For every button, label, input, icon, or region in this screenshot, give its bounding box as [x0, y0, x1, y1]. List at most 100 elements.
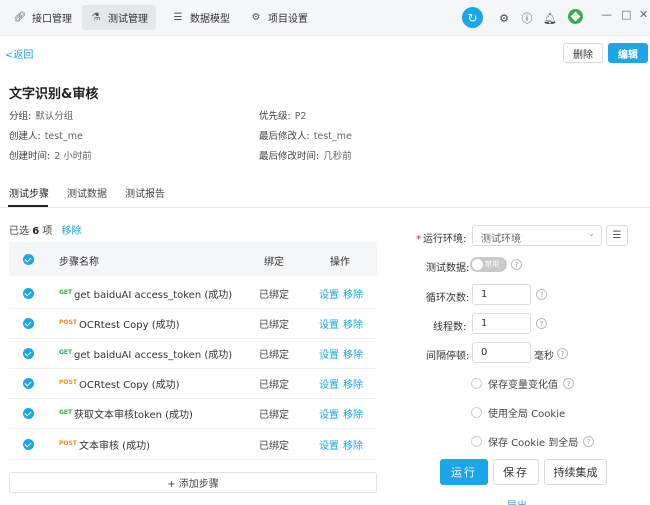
remove-link[interactable]: 移除 [343, 441, 363, 452]
settings-link[interactable]: 设置 [319, 410, 339, 421]
option-checkbox[interactable] [471, 407, 482, 418]
settings-link[interactable]: 设置 [319, 290, 339, 301]
meta-value: test_me [313, 131, 352, 142]
list-icon: ☰ [612, 230, 622, 241]
nav-tab-test-management[interactable]: ⚗︎ 测试管理 [82, 5, 156, 30]
test-data-label: 测试数据: [426, 263, 470, 274]
maximize-icon[interactable]: □ [621, 8, 631, 21]
help-icon[interactable]: ? [536, 318, 547, 329]
bind-status: 已绑定 [259, 290, 289, 301]
tab-test-steps[interactable]: 测试步骤 [9, 185, 49, 200]
method-badge: POST [59, 440, 77, 447]
remove-selected-link[interactable]: 移除 [62, 226, 82, 237]
remove-link[interactable]: 移除 [343, 290, 363, 301]
bind-status: 已绑定 [259, 441, 289, 452]
table-row[interactable]: GET 获取文本审核token (成功) 已绑定 设置 移除 [9, 399, 377, 429]
help-icon[interactable]: ? [583, 436, 595, 447]
remove-link[interactable]: 移除 [343, 350, 363, 361]
back-link[interactable]: <返回 [5, 46, 33, 61]
tab-test-report[interactable]: 测试报告 [125, 185, 165, 200]
help-icon[interactable]: ? [511, 259, 522, 270]
nav-tab-project-settings[interactable]: ⚙︎ 项目设置 [242, 5, 316, 30]
method-badge: GET [59, 289, 73, 296]
flask-icon: ⚗︎ [91, 12, 101, 23]
option-checkbox[interactable] [471, 378, 482, 389]
settings-link[interactable]: 设置 [319, 350, 339, 361]
ci-button[interactable]: 持续集成 [544, 459, 607, 485]
nav-tab-data-model[interactable]: ☰ 数据模型 [164, 5, 238, 30]
meta-label: 创建人: [9, 131, 41, 142]
sub-tabs: 测试步骤 测试数据 测试报告 [0, 177, 650, 208]
meta-value: 默认分组 [35, 111, 74, 122]
selection-info: 已选 6 项 移除 [9, 222, 82, 237]
row-checkbox[interactable] [23, 378, 34, 389]
export-link[interactable]: 导出 ⌄ [507, 497, 539, 505]
step-name: OCRtest Copy (成功) [79, 380, 180, 391]
minimize-icon[interactable]: — [601, 8, 612, 21]
row-actions: 设置 移除 [319, 406, 363, 421]
meta-label: 最后修改时间: [259, 151, 320, 162]
remove-link[interactable]: 移除 [343, 380, 363, 391]
table-row[interactable]: GET get baiduAI access_token (成功) 已绑定 设置… [9, 279, 377, 309]
row-checkbox[interactable] [23, 439, 34, 450]
save-button[interactable]: 保存 [493, 459, 539, 485]
tab-test-data[interactable]: 测试数据 [67, 185, 107, 200]
close-icon[interactable]: ✕ [639, 8, 648, 21]
table-row[interactable]: POST 文本审核 (成功) 已绑定 设置 移除 [9, 430, 377, 460]
help-icon[interactable]: ? [557, 348, 568, 359]
meta-value: test_me [44, 131, 83, 142]
settings-icon[interactable]: ⚙︎ [495, 9, 513, 27]
row-checkbox[interactable] [23, 408, 34, 419]
meta-modifier: 最后修改人: test_me [259, 128, 352, 142]
interval-unit: 毫秒 [534, 351, 554, 362]
settings-link[interactable]: 设置 [319, 320, 339, 331]
bind-status: 已绑定 [259, 380, 289, 391]
add-step-button[interactable]: + 添加步骤 [9, 472, 377, 493]
gear-icon: ⚙︎ [251, 12, 261, 23]
table-row[interactable]: GET get baiduAI access_token (成功) 已绑定 设置… [9, 339, 377, 369]
model-icon: ☰ [173, 12, 183, 23]
nav-tab-api-management[interactable]: 🔗︎ 接口管理 [6, 5, 80, 30]
select-all-checkbox[interactable] [23, 254, 34, 265]
delete-button[interactable]: 删除 [563, 43, 603, 63]
env-select[interactable]: 测试环境 ⌄ [472, 225, 602, 246]
settings-link[interactable]: 设置 [319, 380, 339, 391]
threads-input[interactable]: 1 [472, 313, 531, 334]
active-tab-indicator [8, 205, 48, 207]
bind-status: 已绑定 [259, 350, 289, 361]
loop-count-input[interactable]: 1 [472, 284, 531, 305]
remove-link[interactable]: 移除 [343, 320, 363, 331]
help-icon[interactable]: ⓘ [518, 9, 536, 27]
row-checkbox[interactable] [23, 348, 34, 359]
remove-link[interactable]: 移除 [343, 410, 363, 421]
table-row[interactable]: POST OCRtest Copy (成功) 已绑定 设置 移除 [9, 309, 377, 339]
help-icon[interactable]: ? [563, 378, 574, 389]
edit-button[interactable]: 编辑 [608, 43, 648, 63]
meta-value: 几秒前 [323, 151, 352, 162]
env-list-button[interactable]: ☰ [606, 225, 628, 246]
steps-table: 步骤名称 绑定 操作 GET get baiduAI access_token … [9, 242, 377, 460]
settings-link[interactable]: 设置 [319, 441, 339, 452]
avatar[interactable] [568, 9, 583, 24]
sync-icon[interactable]: ↻ [462, 7, 483, 28]
global-cookie-option[interactable]: 使用全局 Cookie [471, 405, 565, 420]
meta-created-time: 创建时间: 2 小时前 [9, 148, 92, 162]
row-actions: 设置 移除 [319, 376, 363, 391]
meta-label: 创建时间: [9, 151, 51, 162]
env-label-text: 运行环境: [423, 234, 467, 245]
meta-label: 分组: [9, 111, 32, 122]
bell-icon[interactable]: 🔔︎ [541, 9, 559, 27]
save-var-option[interactable]: 保存变量变化值 ? [471, 376, 574, 391]
row-checkbox[interactable] [23, 318, 34, 329]
table-row[interactable]: POST OCRtest Copy (成功) 已绑定 设置 移除 [9, 369, 377, 399]
interval-input[interactable]: 0 [472, 342, 531, 363]
nav-tab-label: 接口管理 [32, 14, 72, 25]
help-icon[interactable]: ? [536, 289, 547, 300]
row-checkbox[interactable] [23, 288, 34, 299]
save-cookie-option[interactable]: 保存 Cookie 到全局 ? [471, 434, 595, 449]
bind-status: 已绑定 [259, 320, 289, 331]
column-ops: 操作 [330, 257, 350, 268]
option-checkbox[interactable] [471, 436, 482, 447]
test-data-toggle[interactable]: 禁用 [470, 257, 507, 272]
run-button[interactable]: 运行 [440, 459, 488, 485]
